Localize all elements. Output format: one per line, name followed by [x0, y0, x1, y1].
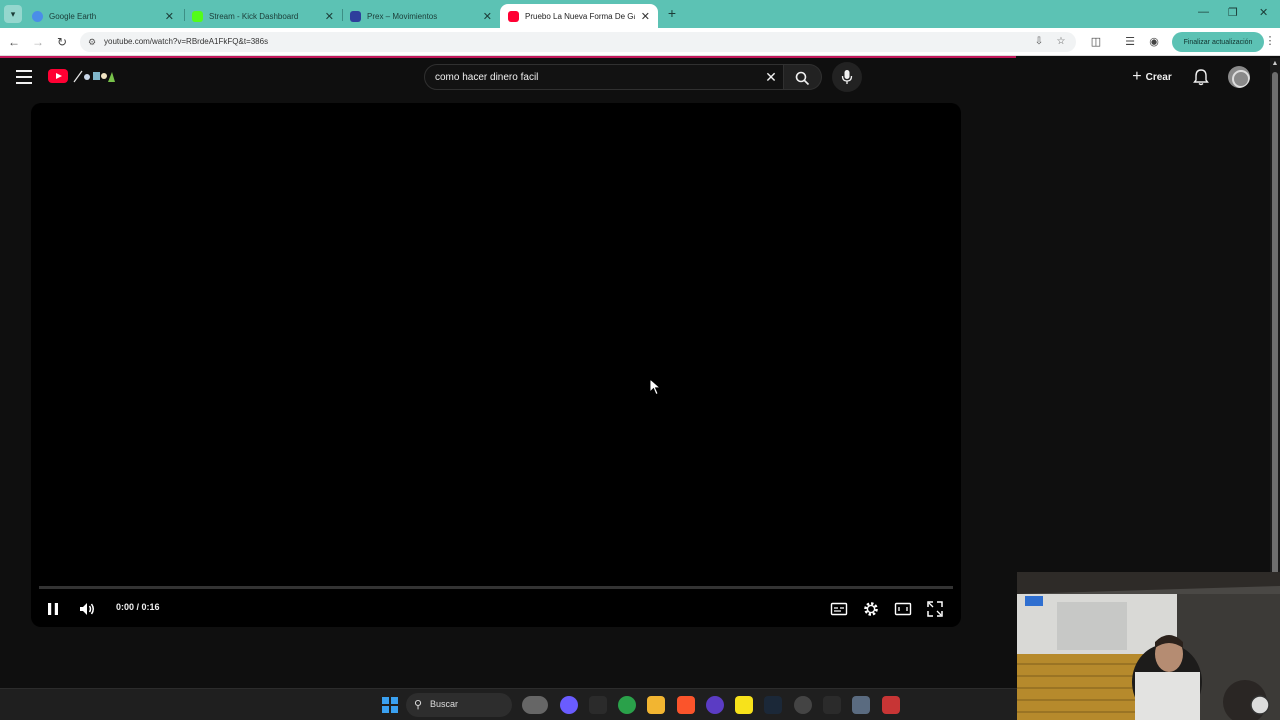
search-input[interactable]: como hacer dinero facil ✕ — [424, 64, 784, 90]
windows-start-icon[interactable] — [382, 697, 398, 713]
tab-title: Prex – Movimientos — [367, 11, 438, 21]
forward-icon[interactable]: → — [30, 34, 46, 50]
obs-studio-icon[interactable] — [794, 696, 812, 714]
webcam-overlay — [1017, 572, 1280, 720]
address-bar[interactable]: ⚙ youtube.com/watch?v=RBrdeA1FkFQ&t=386s… — [80, 32, 1076, 52]
new-tab-icon[interactable]: + — [664, 5, 680, 21]
close-window-icon[interactable]: ✕ — [1259, 6, 1268, 19]
clear-search-icon[interactable]: ✕ — [763, 69, 779, 85]
tab-prex[interactable]: Prex – Movimientos ✕ — [342, 4, 500, 28]
video-time-display: 0:00 / 0:16 — [116, 602, 160, 612]
mouse-cursor-icon — [649, 378, 661, 396]
site-settings-icon[interactable]: ⚙ — [86, 36, 98, 48]
fullscreen-icon[interactable] — [925, 599, 945, 619]
restore-icon[interactable]: ❐ — [1228, 6, 1238, 19]
tab-search-dropdown-icon[interactable]: ▾ — [4, 5, 22, 23]
tab-title: Google Earth — [49, 11, 97, 21]
settings-gear-icon[interactable] — [861, 599, 881, 619]
tab-youtube-active[interactable]: Pruebo La Nueva Forma De Ga ✕ — [500, 4, 658, 28]
copilot-icon[interactable] — [560, 696, 578, 714]
create-label: Crear — [1145, 71, 1172, 83]
video-progress-bar[interactable] — [39, 586, 953, 589]
scroll-thumb[interactable] — [1272, 72, 1278, 588]
extensions-icon[interactable]: ◫ — [1088, 34, 1104, 50]
brave-browser-icon[interactable] — [677, 696, 695, 714]
plus-icon: + — [1132, 68, 1142, 85]
tab-close-icon[interactable]: ✕ — [641, 10, 650, 23]
tab-close-icon[interactable]: ✕ — [165, 10, 174, 23]
youtube-doodle-icon[interactable] — [72, 68, 116, 84]
search-query-text: como hacer dinero facil — [435, 72, 539, 83]
tab-kick-dashboard[interactable]: Stream - Kick Dashboard ✕ — [184, 4, 342, 28]
youtube-logo-icon[interactable] — [48, 69, 68, 83]
voice-search-button[interactable] — [832, 62, 862, 92]
screen: ▾ Google Earth ✕ Stream - Kick Dashboard… — [0, 0, 1280, 720]
url-text: youtube.com/watch?v=RBrdeA1FkFQ&t=386s — [104, 37, 269, 46]
game-launcher-icon[interactable] — [882, 696, 900, 714]
youtube-header: como hacer dinero facil ✕ + Crear — [0, 58, 1270, 98]
profile-icon[interactable]: ◉ — [1146, 34, 1162, 50]
search-button[interactable] — [784, 64, 822, 90]
reload-icon[interactable]: ↻ — [54, 34, 70, 50]
tab-google-earth[interactable]: Google Earth ✕ — [24, 4, 182, 28]
sticky-notes-icon[interactable] — [735, 696, 753, 714]
browser-toolbar: ← → ↻ ⚙ youtube.com/watch?v=RBrdeA1FkFQ&… — [0, 28, 1280, 56]
livo-app-icon[interactable] — [589, 696, 607, 714]
tab-title: Pruebo La Nueva Forma De Ga — [525, 11, 635, 21]
windows-taskbar: ⚲ Buscar — [0, 688, 1017, 720]
back-icon[interactable]: ← — [6, 34, 22, 50]
discord-like-app-icon[interactable] — [706, 696, 724, 714]
bookmark-star-icon[interactable]: ☆ — [1054, 35, 1068, 49]
tab-title: Stream - Kick Dashboard — [209, 11, 299, 21]
weather-widget-icon[interactable] — [522, 696, 548, 714]
tab-close-icon[interactable]: ✕ — [325, 10, 334, 23]
scroll-up-icon[interactable]: ▲ — [1271, 60, 1279, 68]
create-button[interactable]: + Crear — [1124, 64, 1180, 90]
menu-kebab-icon[interactable]: ⋮ — [1264, 34, 1276, 47]
account-avatar[interactable] — [1228, 66, 1250, 88]
youtube-icon — [508, 10, 519, 22]
taskbar-search-icon: ⚲ — [414, 699, 423, 711]
microphone-icon — [841, 70, 853, 84]
chrome-icon[interactable] — [618, 696, 636, 714]
taskbar-search-label: Buscar — [430, 699, 459, 709]
search-icon — [795, 71, 810, 86]
taskbar-search-box[interactable]: ⚲ Buscar — [406, 693, 512, 717]
google-earth-icon — [32, 10, 43, 22]
file-explorer-icon[interactable] — [647, 696, 665, 714]
subtitles-icon[interactable] — [829, 599, 849, 619]
minimize-icon[interactable]: — — [1198, 6, 1209, 18]
browser-tab-strip: ▾ Google Earth ✕ Stream - Kick Dashboard… — [0, 0, 1280, 28]
install-app-icon[interactable]: ⇩ — [1032, 35, 1046, 49]
notifications-bell-icon[interactable] — [1192, 68, 1210, 86]
video-player[interactable]: 0:00 / 0:16 — [31, 103, 961, 627]
prex-icon — [350, 10, 361, 22]
reading-list-icon[interactable]: ☰ — [1122, 34, 1138, 50]
tab-close-icon[interactable]: ✕ — [483, 10, 492, 23]
kick-icon — [192, 10, 203, 22]
volume-icon[interactable] — [77, 599, 97, 619]
theater-mode-icon[interactable] — [893, 599, 913, 619]
settings-app-icon[interactable] — [852, 696, 870, 714]
guide-menu-icon[interactable] — [16, 70, 32, 84]
steam-icon[interactable] — [764, 696, 782, 714]
livo-app-secondary-icon[interactable] — [823, 696, 841, 714]
pause-icon[interactable] — [43, 599, 63, 619]
finish-update-button[interactable]: Finalizar actualización — [1172, 32, 1264, 52]
